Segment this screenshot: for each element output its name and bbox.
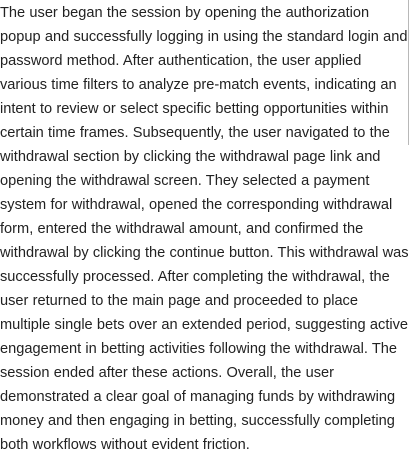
session-summary-paragraph: The user began the session by opening th… [0, 5, 409, 453]
scrollbar-indicator[interactable] [408, 0, 409, 145]
document-body: The user began the session by opening th… [0, 0, 410, 453]
